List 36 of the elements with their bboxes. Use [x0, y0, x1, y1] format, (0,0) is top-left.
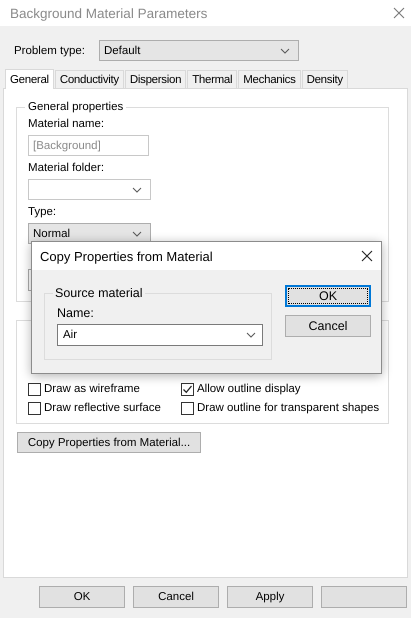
dialog-button[interactable]: Cancel	[285, 315, 371, 337]
material-name-dropdown[interactable]: Air	[57, 324, 263, 346]
dialog-button[interactable]: OK	[285, 285, 371, 307]
tab[interactable]: General	[5, 69, 54, 89]
chevron-down-icon	[132, 186, 142, 192]
checkbox[interactable]	[181, 402, 194, 414]
tab[interactable]: Dispersion	[124, 70, 186, 88]
chevron-down-icon	[246, 332, 256, 338]
field-label: Name:	[57, 306, 95, 320]
checkbox[interactable]	[28, 402, 41, 414]
dialog-button[interactable]: Apply	[227, 586, 313, 608]
checkbox-label: Allow outline display	[197, 383, 301, 395]
close-icon[interactable]	[361, 250, 373, 262]
field-label: Material name:	[28, 118, 106, 131]
dialog-button[interactable]: Cancel	[133, 586, 219, 608]
problem-type-dropdown[interactable]: Default	[98, 40, 299, 61]
group-title: Source material	[53, 286, 145, 300]
group-title: General properties	[25, 100, 126, 114]
window-title: Background Material Parameters	[10, 6, 208, 20]
copy-properties-button[interactable]: Copy Properties from Material...	[17, 432, 201, 453]
field-label: Type:	[28, 206, 58, 219]
dialog-title: Copy Properties from Material	[40, 248, 213, 264]
checkbox-label: Draw outline for transparent shapes	[197, 402, 380, 414]
chevron-down-icon	[280, 48, 290, 54]
tab[interactable]: Density	[302, 70, 348, 88]
field-label: Material folder:	[28, 162, 106, 175]
chevron-down-icon	[132, 230, 142, 236]
tab[interactable]: Mechanics	[238, 70, 301, 88]
checkbox-label: Draw reflective surface	[44, 402, 161, 414]
checkbox[interactable]	[181, 382, 194, 396]
checkbox[interactable]	[28, 382, 41, 396]
dialog-button[interactable]: OK	[39, 586, 125, 608]
tab[interactable]: Thermal	[187, 70, 238, 88]
field-label: Problem type:	[14, 44, 85, 56]
checkbox-label: Draw as wireframe	[44, 383, 140, 395]
tab[interactable]: Conductivity	[54, 70, 124, 88]
